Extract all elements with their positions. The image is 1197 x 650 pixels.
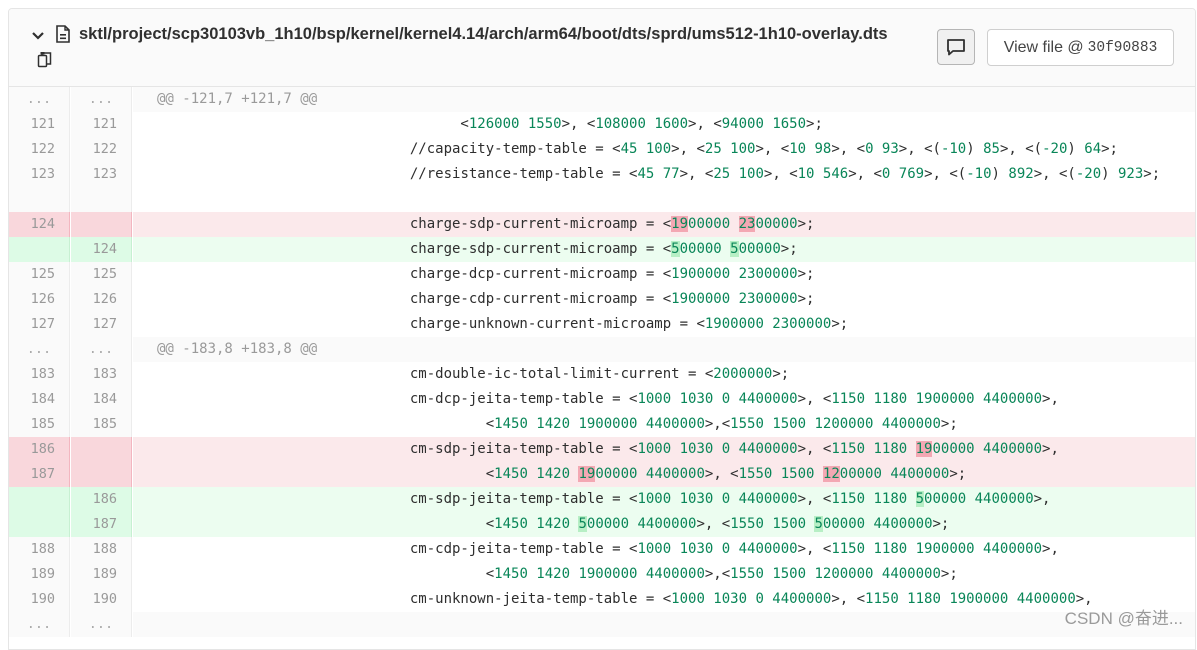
line-number-new[interactable]: 126 [71, 287, 132, 312]
diff-line: 188 188 cm-cdp-jeita-temp-table = <1000 … [9, 537, 1195, 562]
diff-line: 125 125 charge-dcp-current-microamp = <1… [9, 262, 1195, 287]
diff-line: 127 127 charge-unknown-current-microamp … [9, 312, 1195, 337]
line-number-new[interactable]: 190 [71, 587, 132, 612]
diff-line-added: 186 + cm-sdp-jeita-temp-table = <1000 10… [9, 487, 1195, 512]
code-line: cm-sdp-jeita-temp-table = <1000 1030 0 4… [133, 437, 1195, 462]
line-number-new[interactable]: ... [71, 87, 132, 112]
copy-icon[interactable] [37, 51, 53, 69]
line-number-new[interactable]: 185 [71, 412, 132, 437]
line-number-new[interactable]: 122 [71, 137, 132, 162]
line-number-old[interactable]: ... [9, 87, 70, 112]
line-number-old[interactable] [9, 237, 70, 262]
code-line: <1450 1420 500000 4400000>, <1550 1500 5… [133, 512, 1195, 537]
line-number-new[interactable]: 183 [71, 362, 132, 387]
code-line: cm-sdp-jeita-temp-table = <1000 1030 0 4… [133, 487, 1195, 512]
diff-line: 183 183 cm-double-ic-total-limit-current… [9, 362, 1195, 387]
code-line: cm-cdp-jeita-temp-table = <1000 1030 0 4… [157, 541, 1059, 557]
code-line: <1450 1420 1900000 4400000>,<1550 1500 1… [157, 566, 958, 582]
code-line: charge-dcp-current-microamp = <1900000 2… [157, 266, 815, 282]
line-number-old[interactable]: 186 [9, 437, 70, 462]
line-number-old[interactable]: ... [9, 337, 70, 362]
line-number-old[interactable] [9, 487, 70, 512]
line-number-old[interactable]: 188 [9, 537, 70, 562]
line-number-old[interactable]: 185 [9, 412, 70, 437]
code-line: charge-sdp-current-microamp = <500000 50… [133, 237, 1195, 262]
file-path[interactable]: sktl/project/scp30103vb_1h10/bsp/kernel/… [29, 21, 909, 73]
diff-line: 121 121 <126000 1550>, <108000 1600>, <9… [9, 112, 1195, 137]
hunk-text: @@ -121,7 +121,7 @@ [133, 87, 1195, 112]
line-number-old[interactable]: 187 [9, 462, 70, 487]
line-number-new[interactable]: ... [71, 337, 132, 362]
line-number-new[interactable]: ... [71, 612, 132, 637]
code-line: <1450 1420 1900000 4400000>,<1550 1500 1… [157, 416, 958, 432]
line-number-old[interactable]: 184 [9, 387, 70, 412]
line-number-old[interactable]: 127 [9, 312, 70, 337]
line-number-new[interactable]: 188 [71, 537, 132, 562]
line-number-new[interactable]: 127 [71, 312, 132, 337]
line-number-old[interactable]: 183 [9, 362, 70, 387]
hunk-text [133, 612, 1195, 637]
hunk-header[interactable]: ... ... @@ -183,8 +183,8 @@ [9, 337, 1195, 362]
line-number-new[interactable]: 184 [71, 387, 132, 412]
file-header: sktl/project/scp30103vb_1h10/bsp/kernel/… [9, 9, 1195, 87]
code-line: cm-dcp-jeita-temp-table = <1000 1030 0 4… [157, 391, 1059, 407]
code-line: <1450 1420 1900000 4400000>, <1550 1500 … [133, 462, 1195, 487]
comment-icon [947, 39, 965, 56]
code-line: <126000 1550>, <108000 1600>, <94000 165… [157, 116, 823, 132]
line-number-old[interactable]: ... [9, 612, 70, 637]
diff-file: sktl/project/scp30103vb_1h10/bsp/kernel/… [8, 8, 1196, 650]
line-number-new[interactable]: 187 [71, 512, 132, 537]
hunk-header[interactable]: ... ... @@ -121,7 +121,7 @@ [9, 87, 1195, 112]
line-number-new[interactable]: 125 [71, 262, 132, 287]
line-number-new[interactable] [71, 437, 132, 462]
code-line: cm-double-ic-total-limit-current = <2000… [157, 366, 790, 382]
diff-line: 189 189 <1450 1420 1900000 4400000>,<155… [9, 562, 1195, 587]
diff-line-removed: 186 - cm-sdp-jeita-temp-table = <1000 10… [9, 437, 1195, 462]
diff-line-added: 124 + charge-sdp-current-microamp = <500… [9, 237, 1195, 262]
line-number-old[interactable]: 124 [9, 212, 70, 237]
code-line: //capacity-temp-table = <45 100>, <25 10… [157, 141, 1118, 157]
hunk-text: @@ -183,8 +183,8 @@ [133, 337, 1195, 362]
code-line: charge-sdp-current-microamp = <1900000 2… [133, 212, 1195, 237]
line-number-old[interactable]: 190 [9, 587, 70, 612]
line-number-old[interactable]: 121 [9, 112, 70, 137]
code-line: charge-unknown-current-microamp = <19000… [157, 316, 849, 332]
file-path-text[interactable]: sktl/project/scp30103vb_1h10/bsp/kernel/… [79, 25, 888, 43]
code-line: //resistance-temp-table = <45 77>, <25 1… [157, 166, 1161, 182]
commit-sha: 30f90883 [1087, 39, 1158, 56]
diff-line: 184 184 cm-dcp-jeita-temp-table = <1000 … [9, 387, 1195, 412]
line-number-old[interactable]: 189 [9, 562, 70, 587]
watermark: CSDN @奋进... [1064, 609, 1183, 628]
line-number-old[interactable]: 123 [9, 162, 70, 212]
expand-row[interactable]: ... ... [9, 612, 1195, 637]
view-file-label: View file @ [1003, 38, 1084, 56]
diff-line-added: 187 + <1450 1420 500000 4400000>, <1550 … [9, 512, 1195, 537]
line-number-new[interactable]: 186 [71, 487, 132, 512]
line-number-old[interactable]: 122 [9, 137, 70, 162]
line-number-old[interactable] [9, 512, 70, 537]
diff-line: 126 126 charge-cdp-current-microamp = <1… [9, 287, 1195, 312]
line-number-old[interactable]: 126 [9, 287, 70, 312]
line-number-new[interactable]: 124 [71, 237, 132, 262]
diff-line-removed: 187 - <1450 1420 1900000 4400000>, <1550… [9, 462, 1195, 487]
line-number-new[interactable]: 121 [71, 112, 132, 137]
code-line: charge-cdp-current-microamp = <1900000 2… [157, 291, 815, 307]
line-number-old[interactable]: 125 [9, 262, 70, 287]
diff-line: 190 190 cm-unknown-jeita-temp-table = <1… [9, 587, 1195, 612]
line-number-new[interactable] [71, 212, 132, 237]
diff-line: 185 185 <1450 1420 1900000 4400000>,<155… [9, 412, 1195, 437]
line-number-new[interactable]: 189 [71, 562, 132, 587]
view-file-button[interactable]: View file @30f90883 [987, 29, 1174, 66]
diff-line: 123 123 //resistance-temp-table = <45 77… [9, 162, 1195, 212]
diff-line: 122 122 //capacity-temp-table = <45 100>… [9, 137, 1195, 162]
line-number-new[interactable] [71, 462, 132, 487]
comment-button[interactable] [937, 29, 975, 65]
diff-table: ... ... @@ -121,7 +121,7 @@ 121 121 <126… [9, 87, 1195, 637]
diff-line-removed: 124 - charge-sdp-current-microamp = <190… [9, 212, 1195, 237]
line-number-new[interactable]: 123 [71, 162, 132, 212]
code-line: cm-unknown-jeita-temp-table = <1000 1030… [157, 591, 1093, 607]
